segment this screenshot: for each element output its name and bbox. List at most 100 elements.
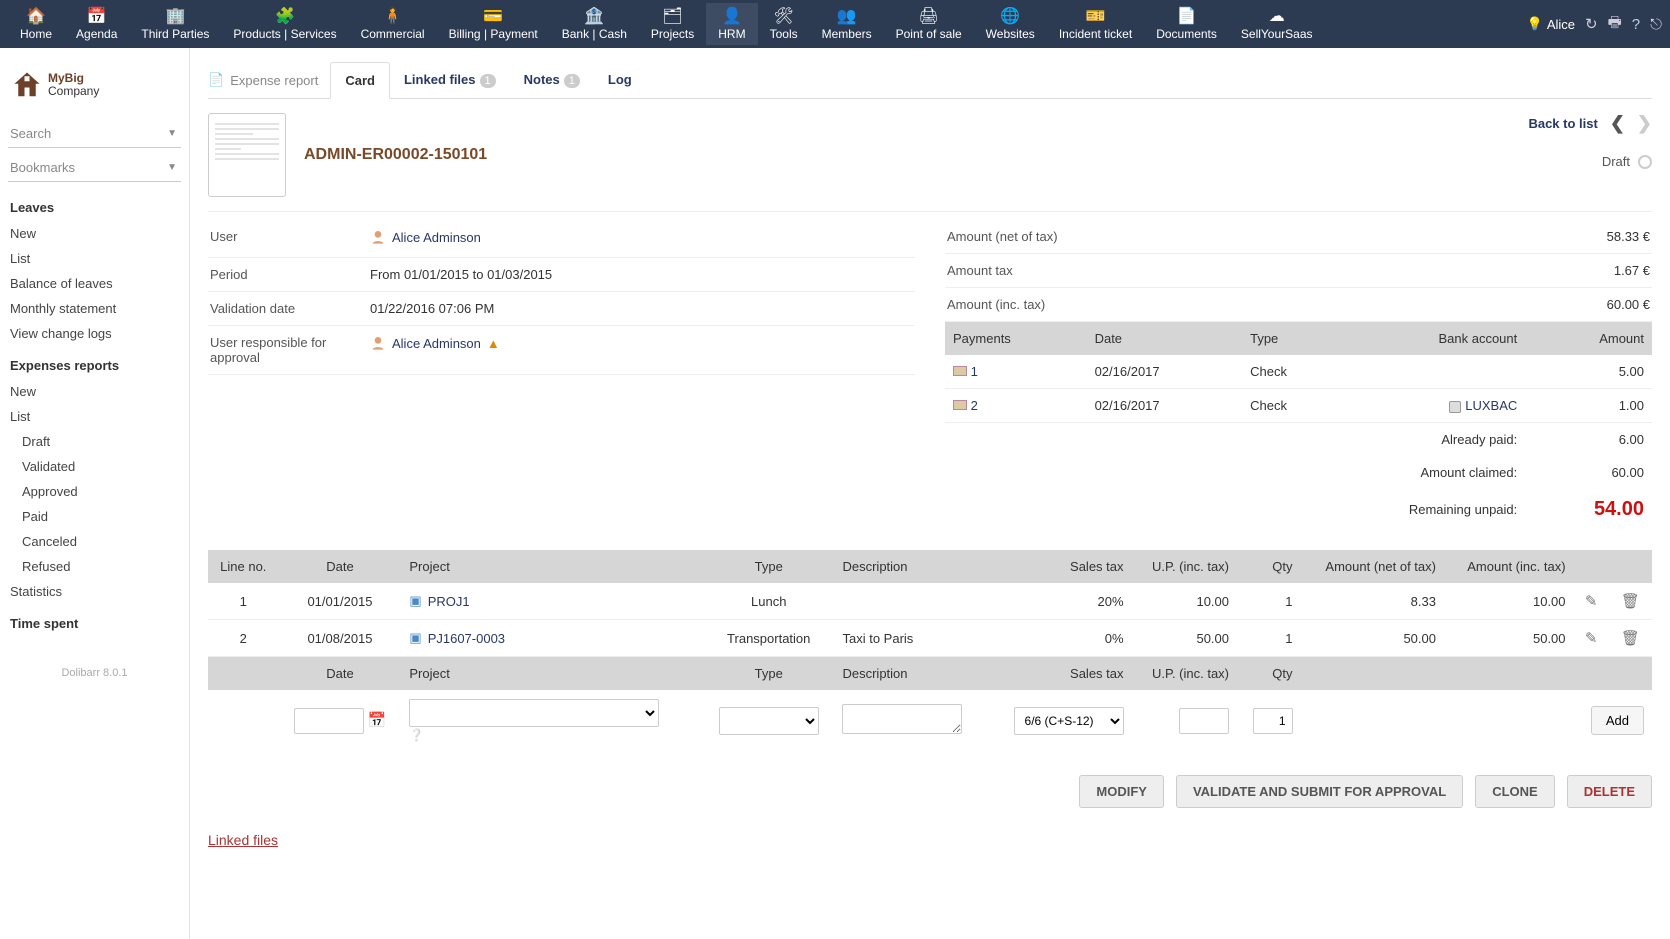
nav-icon: 📄 [1177, 7, 1197, 25]
payment-total-row: Amount claimed:60.00 [945, 456, 1652, 489]
amount-amount-inc-tax-: Amount (inc. tax)60.00 € [945, 288, 1652, 322]
topnav-item-billing-payment[interactable]: 💳Billing | Payment [437, 3, 550, 45]
new-up-input[interactable] [1179, 708, 1229, 734]
sidebar-item-canceled[interactable]: Canceled [8, 529, 181, 554]
sidebar-section-time-spent: Time spent [8, 604, 181, 637]
topnav-item-sellyoursaas[interactable]: ☁SellYourSaas [1229, 3, 1325, 45]
new-tax-select[interactable]: 6/6 (C+S-12) [1014, 707, 1124, 735]
tab-notes[interactable]: Notes1 [510, 62, 594, 98]
logo[interactable]: MyBigCompany [8, 60, 181, 116]
topnav-item-bank-cash[interactable]: 🏦Bank | Cash [550, 3, 639, 45]
new-type-select[interactable] [719, 707, 819, 735]
new-qty-input[interactable] [1253, 708, 1293, 734]
help-icon[interactable]: ? [1632, 16, 1640, 33]
new-desc-input[interactable] [842, 704, 962, 734]
current-user-name: Alice [1547, 17, 1575, 32]
logo-text: MyBigCompany [48, 72, 99, 98]
payment-link[interactable]: 2 [971, 398, 978, 413]
topnav-item-hrm[interactable]: 👤HRM [706, 3, 757, 45]
sidebar-item-monthly-statement[interactable]: Monthly statement [8, 296, 181, 321]
project-link[interactable]: ▣ PJ1607-0003 [409, 630, 505, 646]
nav-label: Products | Services [233, 27, 336, 41]
nav-icon: 🎫 [1086, 7, 1106, 25]
payment-icon [953, 400, 967, 410]
payment-link[interactable]: 1 [971, 364, 978, 379]
validate-button[interactable]: VALIDATE AND SUBMIT FOR APPROVAL [1176, 775, 1463, 808]
clone-button[interactable]: CLONE [1475, 775, 1555, 808]
user-link[interactable]: Alice Adminson [370, 229, 481, 245]
amount-amount-net-of-tax-: Amount (net of tax)58.33 € [945, 220, 1652, 254]
tab-badge: 1 [564, 74, 580, 88]
top-nav: 🏠 Home 📅Agenda🏢Third Parties🧩Products | Se… [0, 0, 1670, 48]
sidebar-item-new[interactable]: New [8, 221, 181, 246]
nav-icon: 🏠 [26, 7, 46, 25]
payment-total-row: Remaining unpaid:54.00 [945, 489, 1652, 530]
sidebar-item-statistics[interactable]: Statistics [8, 579, 181, 604]
refresh-icon[interactable]: ↻ [1585, 15, 1598, 33]
topnav-item-point-of-sale[interactable]: 🖨Point of sale [884, 3, 974, 45]
tabs: 📄 Expense report CardLinked files1Notes1… [208, 62, 1652, 99]
table-header-row: Line no. Date Project Type Description S… [208, 550, 1652, 583]
topnav-item-websites[interactable]: 🌐Websites [974, 3, 1047, 45]
back-to-list-link[interactable]: Back to list [1528, 116, 1597, 131]
prev-record-icon[interactable]: ❮ [1610, 113, 1625, 134]
new-line-header: Date Project Type Description Sales tax … [208, 657, 1652, 691]
project-link[interactable]: ▣ PROJ1 [409, 593, 469, 609]
print-icon[interactable]: 🖶 [1608, 12, 1622, 37]
bank-link[interactable]: LUXBAC [1465, 398, 1517, 413]
sidebar-item-validated[interactable]: Validated [8, 454, 181, 479]
edit-icon[interactable]: ✎ [1585, 630, 1598, 647]
modify-button[interactable]: MODIFY [1079, 775, 1164, 808]
topnav-item-incident-ticket[interactable]: 🎫Incident ticket [1047, 3, 1144, 45]
table-header-row: Payments Date Type Bank account Amount [945, 322, 1652, 355]
payment-icon [953, 366, 967, 376]
topnav-item-projects[interactable]: 🗂Projects [639, 3, 706, 45]
delete-button[interactable]: DELETE [1567, 775, 1652, 808]
add-line-button[interactable]: Add [1591, 706, 1644, 735]
nav-label: Bank | Cash [562, 27, 627, 41]
sidebar-item-approved[interactable]: Approved [8, 479, 181, 504]
nav-icon: 🗂 [662, 7, 682, 25]
sidebar-item-balance-of-leaves[interactable]: Balance of leaves [8, 271, 181, 296]
topnav-item-tools[interactable]: 🛠Tools [758, 3, 810, 45]
sidebar-item-refused[interactable]: Refused [8, 554, 181, 579]
user-link[interactable]: Alice Adminson ▲ [370, 335, 500, 351]
new-date-input[interactable] [294, 708, 364, 734]
sidebar-item-new[interactable]: New [8, 379, 181, 404]
topnav-item-home[interactable]: 🏠 Home [8, 3, 64, 45]
edit-icon[interactable]: ✎ [1585, 593, 1598, 610]
tab-log[interactable]: Log [594, 62, 646, 98]
nav-icon: 🧍 [383, 7, 403, 25]
help-icon[interactable]: ❔ [409, 728, 424, 742]
topnav-item-documents[interactable]: 📄Documents [1144, 3, 1229, 45]
logout-icon[interactable]: ⎋ [1650, 16, 1662, 33]
sidebar-item-paid[interactable]: Paid [8, 504, 181, 529]
new-project-select[interactable] [409, 699, 659, 727]
topnav-item-products-services[interactable]: 🧩Products | Services [221, 3, 348, 45]
tab-linked-files[interactable]: Linked files1 [390, 62, 510, 98]
top-nav-items: 🏠 Home 📅Agenda🏢Third Parties🧩Products | Se… [8, 3, 1527, 45]
nav-label: Websites [986, 27, 1035, 41]
sidebar-item-list[interactable]: List [8, 246, 181, 271]
current-user[interactable]: 💡 Alice [1527, 16, 1575, 32]
calendar-icon[interactable]: 📅 [367, 712, 386, 729]
sidebar-item-list[interactable]: List [8, 404, 181, 429]
topnav-item-commercial[interactable]: 🧍Commercial [349, 3, 437, 45]
sidebar: MyBigCompany Search ▼ Bookmarks ▼ Leaves… [0, 48, 190, 939]
topnav-item-third-parties[interactable]: 🏢Third Parties [129, 3, 221, 45]
delete-icon[interactable]: 🗑 [1621, 630, 1640, 647]
sidebar-item-view-change-logs[interactable]: View change logs [8, 321, 181, 346]
search-box[interactable]: Search ▼ [8, 120, 181, 148]
delete-icon[interactable]: 🗑 [1621, 593, 1640, 610]
col-payments: Payments [945, 322, 1087, 355]
sidebar-item-draft[interactable]: Draft [8, 429, 181, 454]
doc-thumbnail[interactable] [208, 113, 286, 197]
bulb-icon: 💡 [1527, 16, 1543, 32]
sidebar-section-expenses-reports: Expenses reports [8, 346, 181, 379]
bookmarks-box[interactable]: Bookmarks ▼ [8, 154, 181, 182]
topnav-item-agenda[interactable]: 📅Agenda [64, 3, 129, 45]
page-crumb: 📄 Expense report [208, 62, 330, 98]
topnav-item-members[interactable]: 👥Members [810, 3, 884, 45]
nav-label: Home [20, 27, 52, 41]
tab-card[interactable]: Card [330, 62, 390, 99]
